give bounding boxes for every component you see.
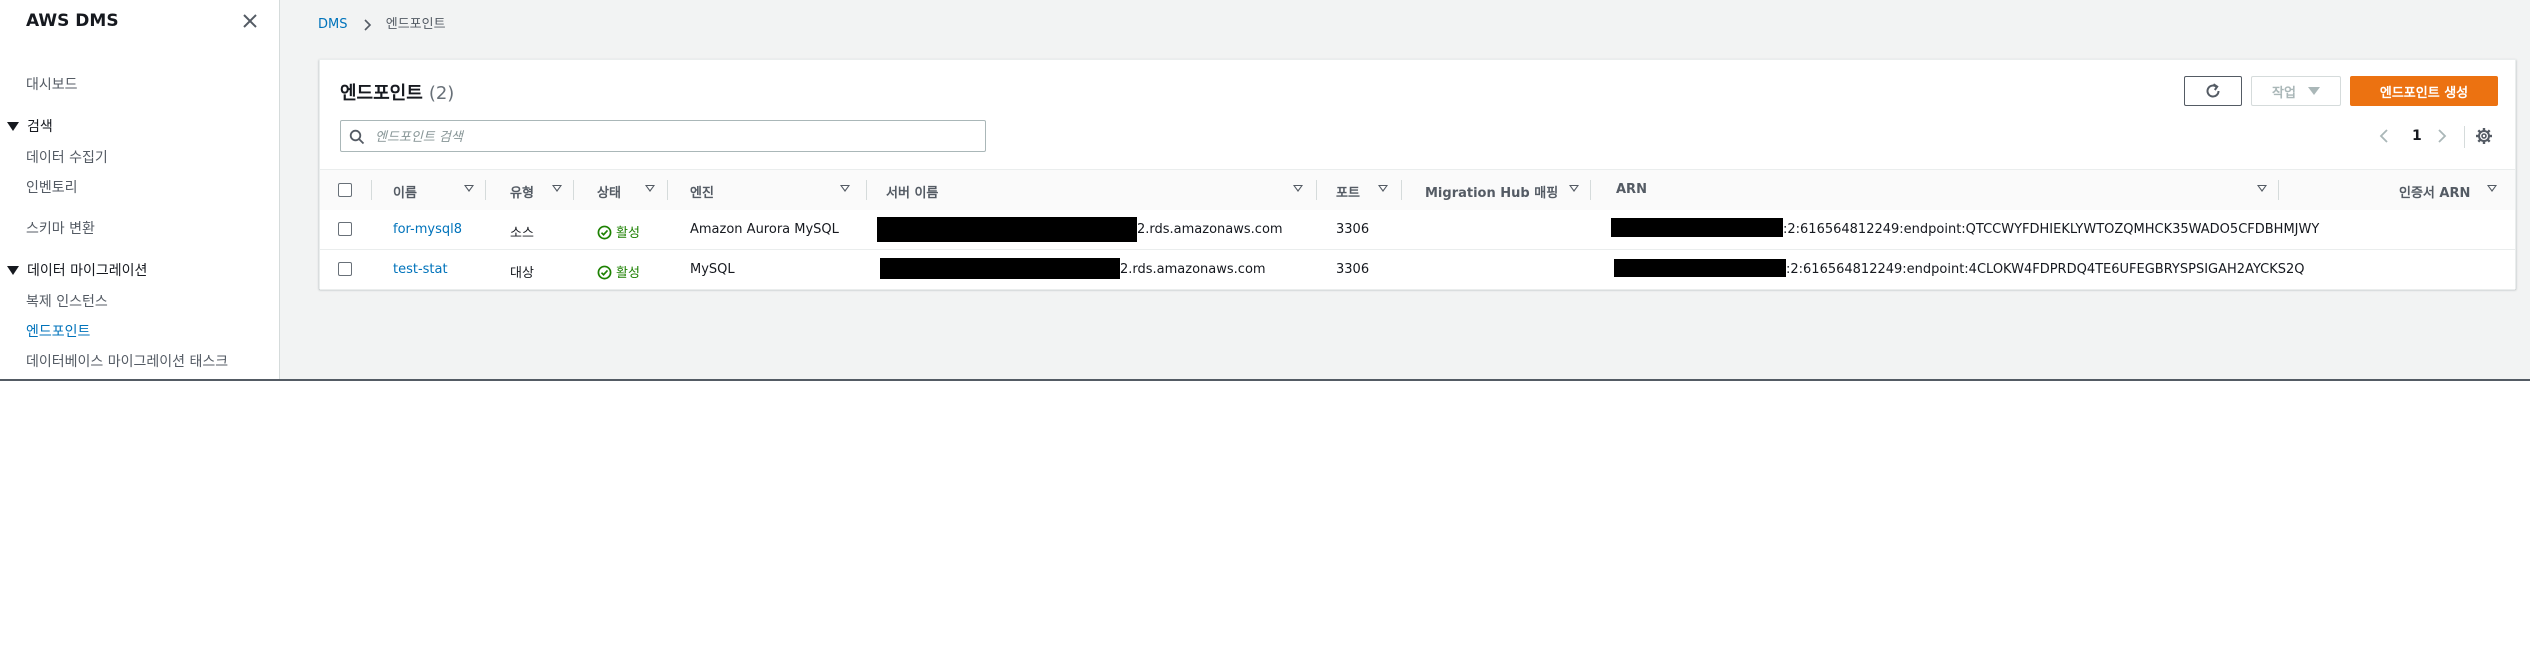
redaction-block [880, 258, 1120, 279]
endpoint-type: 대상 [510, 266, 534, 281]
column-divider [667, 180, 668, 200]
sidebar-item-replication-instances[interactable]: 복제 인스턴스 [26, 291, 108, 311]
check-circle-icon [597, 265, 612, 280]
breadcrumb-root[interactable]: DMS [318, 17, 347, 32]
sort-icon[interactable] [2257, 185, 2267, 192]
sidebar-item-endpoints[interactable]: 엔드포인트 [26, 321, 90, 341]
sidebar-section-data-migration[interactable]: 데이터 마이그레이션 [7, 260, 147, 280]
endpoint-arn: :2:616564812249:endpoint:4CLOKW4FDPRDQ4T… [1786, 262, 2305, 277]
column-header-status[interactable]: 상태 [597, 182, 621, 201]
chevron-left-icon[interactable] [2378, 128, 2390, 144]
sort-icon[interactable] [1293, 185, 1303, 192]
search-box [340, 120, 986, 152]
close-icon[interactable] [238, 9, 262, 33]
column-header-migration-hub[interactable]: Migration Hub 매핑 [1425, 182, 1558, 201]
row-checkbox[interactable] [338, 262, 352, 276]
column-divider [485, 180, 486, 200]
sidebar-item-inventory[interactable]: 인벤토리 [26, 177, 78, 197]
sort-icon[interactable] [840, 185, 850, 192]
column-divider [1590, 180, 1591, 200]
sidebar-item-dashboard[interactable]: 대시보드 [26, 74, 78, 94]
server-name: 2.rds.amazonaws.com [1137, 222, 1283, 237]
sidebar-item-data-collectors[interactable]: 데이터 수집기 [26, 147, 108, 167]
endpoints-panel: 엔드포인트(2) 작업 엔드포인트 생성 1 [319, 59, 2516, 290]
sidebar: AWS DMS 대시보드 검색 데이터 수집기 인벤토리 스키마 변환 데이터 … [0, 0, 280, 379]
sort-icon[interactable] [645, 185, 655, 192]
column-header-name[interactable]: 이름 [393, 182, 417, 201]
caret-down-icon [2307, 87, 2320, 95]
search-input[interactable] [373, 125, 977, 149]
column-divider [866, 180, 867, 200]
breadcrumb: DMS 엔드포인트 [318, 13, 446, 32]
column-header-server-name[interactable]: 서버 이름 [886, 182, 938, 201]
column-header-engine[interactable]: 엔진 [690, 182, 714, 201]
sidebar-title: AWS DMS [26, 11, 119, 31]
server-name: 2.rds.amazonaws.com [1120, 262, 1266, 277]
column-header-arn[interactable]: ARN [1616, 182, 1647, 197]
endpoint-name-link[interactable]: test-stat [393, 262, 448, 277]
status-text: 활성 [616, 266, 640, 281]
page-number[interactable]: 1 [2412, 128, 2422, 144]
actions-label: 작업 [2272, 85, 2296, 101]
pager-divider [2464, 126, 2465, 148]
redaction-block [1611, 218, 1783, 237]
column-divider [371, 180, 372, 200]
chevron-right-icon [362, 17, 372, 32]
redaction-block [877, 217, 1137, 242]
status-badge: 활성 [597, 222, 640, 241]
endpoint-port: 3306 [1336, 262, 1370, 277]
column-header-port[interactable]: 포트 [1336, 182, 1360, 201]
table-header: 이름 유형 상태 엔진 서버 이름 포트 Migration Hub 매핑 AR… [320, 169, 2515, 211]
select-all-checkbox[interactable] [338, 183, 352, 197]
row-checkbox[interactable] [338, 222, 352, 236]
sort-icon[interactable] [1378, 185, 1388, 192]
redaction-block [1614, 259, 1786, 277]
sidebar-section-label: 데이터 마이그레이션 [27, 263, 148, 279]
chevron-right-icon[interactable] [2436, 128, 2448, 144]
caret-down-icon [7, 265, 19, 275]
sidebar-item-schema-conversion[interactable]: 스키마 변환 [26, 218, 95, 238]
status-badge: 활성 [597, 262, 640, 281]
column-divider [2278, 180, 2279, 200]
sort-icon[interactable] [2487, 185, 2497, 192]
sidebar-section-label: 검색 [27, 119, 53, 135]
breadcrumb-current: 엔드포인트 [385, 17, 446, 32]
sort-icon[interactable] [1569, 185, 1579, 192]
column-header-type[interactable]: 유형 [510, 182, 534, 201]
endpoint-name-link[interactable]: for-mysql8 [393, 222, 462, 237]
refresh-button[interactable] [2184, 76, 2242, 106]
sort-icon[interactable] [552, 185, 562, 192]
check-circle-icon [597, 225, 612, 240]
endpoint-type: 소스 [510, 226, 534, 241]
endpoint-arn: :2:616564812249:endpoint:QTCCWYFDHIEKLYW… [1783, 222, 2320, 237]
panel-title: 엔드포인트 (2) [340, 79, 454, 105]
sort-icon[interactable] [464, 185, 474, 192]
create-endpoint-button[interactable]: 엔드포인트 생성 [2350, 76, 2498, 106]
status-text: 활성 [616, 226, 640, 241]
column-header-cert-arn[interactable]: 인증서 ARN [2399, 182, 2470, 201]
sidebar-section-search[interactable]: 검색 [7, 116, 53, 136]
column-divider [1401, 180, 1402, 200]
panel-title-text: 엔드포인트 [340, 83, 423, 104]
dms-console: AWS DMS 대시보드 검색 데이터 수집기 인벤토리 스키마 변환 데이터 … [0, 0, 2530, 381]
sidebar-item-db-migration-tasks[interactable]: 데이터베이스 마이그레이션 태스크 [26, 351, 228, 371]
gear-icon[interactable] [2475, 127, 2493, 145]
table-row[interactable]: for-mysql8 소스 활성 Amazon Aurora MySQL 2.r… [320, 210, 2515, 250]
panel-count: (2) [428, 83, 455, 104]
table-row[interactable]: test-stat 대상 활성 MySQL 2.rds.amazonaws.co… [320, 250, 2515, 290]
create-endpoint-label: 엔드포인트 생성 [2379, 85, 2469, 101]
actions-dropdown[interactable]: 작업 [2251, 76, 2341, 106]
column-divider [573, 180, 574, 200]
column-divider [1316, 180, 1317, 200]
search-icon [349, 129, 365, 145]
endpoint-engine: MySQL [690, 262, 735, 277]
endpoint-port: 3306 [1336, 222, 1370, 237]
endpoint-engine: Amazon Aurora MySQL [690, 222, 839, 237]
caret-down-icon [7, 121, 19, 131]
refresh-icon [2206, 83, 2220, 98]
